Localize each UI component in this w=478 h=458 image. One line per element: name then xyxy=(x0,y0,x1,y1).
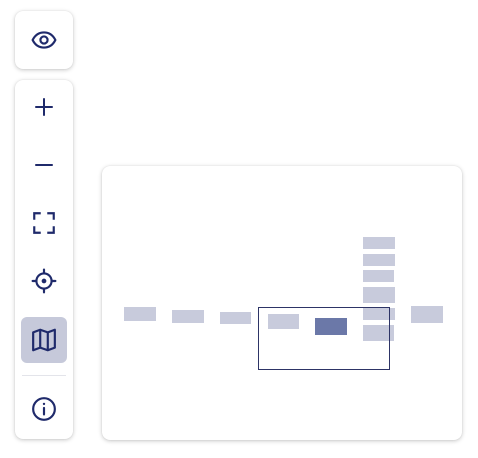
minimap-node xyxy=(363,308,395,320)
info-icon xyxy=(31,396,57,422)
fullscreen-corners-icon xyxy=(31,210,57,236)
eye-icon xyxy=(31,27,57,53)
minimap-panel[interactable] xyxy=(102,166,462,440)
crosshair-icon xyxy=(31,268,57,294)
fit-view-button[interactable] xyxy=(21,200,67,246)
minimap-node xyxy=(124,307,156,321)
minimap-node xyxy=(220,312,251,324)
map-icon xyxy=(31,327,57,353)
minimap-node xyxy=(172,310,204,323)
info-button[interactable] xyxy=(21,386,67,432)
minus-icon xyxy=(32,153,56,177)
minimap-toggle-button[interactable] xyxy=(21,317,67,363)
center-view-button[interactable] xyxy=(21,258,67,304)
minimap-canvas xyxy=(124,237,443,370)
zoom-in-button[interactable] xyxy=(21,84,67,130)
minimap-node-selected xyxy=(315,318,347,335)
minimap-node xyxy=(411,306,443,323)
minimap-node xyxy=(268,314,299,329)
toolbar-panel xyxy=(15,80,73,439)
minimap-node xyxy=(363,287,395,303)
toolbar-divider xyxy=(22,375,66,376)
zoom-out-button[interactable] xyxy=(21,142,67,188)
minimap-node xyxy=(363,254,395,266)
app-root xyxy=(0,0,478,458)
minimap-node xyxy=(363,270,394,282)
toggle-visibility-button[interactable] xyxy=(21,17,67,63)
plus-icon xyxy=(32,95,56,119)
minimap-node xyxy=(363,237,395,249)
visibility-panel xyxy=(15,11,73,69)
